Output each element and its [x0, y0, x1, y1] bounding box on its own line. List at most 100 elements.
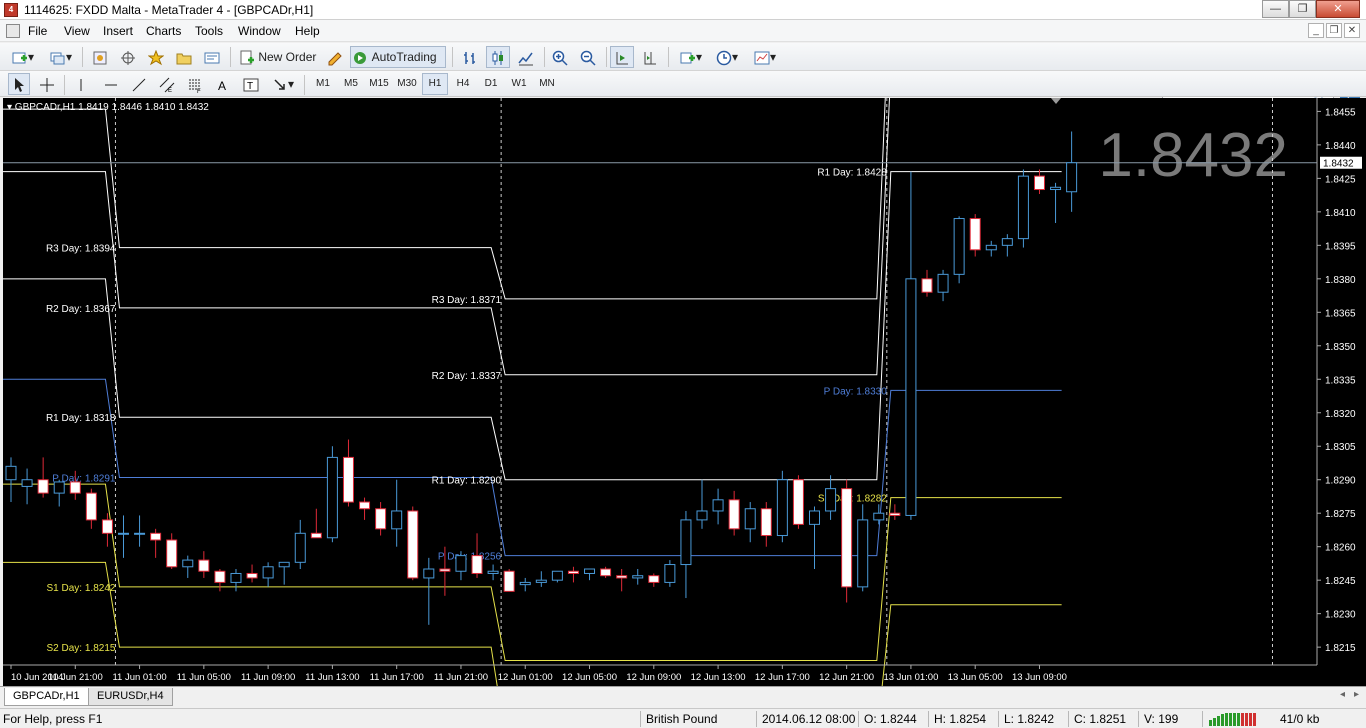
- candle-body[interactable]: [471, 555, 483, 574]
- zoom-in-button[interactable]: [548, 46, 572, 68]
- candle-body[interactable]: [1017, 175, 1029, 240]
- candle-body[interactable]: [535, 579, 547, 583]
- candle-body[interactable]: [407, 510, 419, 579]
- candle-body[interactable]: [21, 479, 33, 487]
- candle-body[interactable]: [182, 559, 194, 568]
- terminal-button[interactable]: [200, 46, 224, 68]
- timeframe-d1-button[interactable]: D1: [478, 73, 504, 95]
- autotrading-button[interactable]: AutoTrading: [350, 46, 446, 68]
- candle-body[interactable]: [873, 512, 885, 521]
- bar-chart-button[interactable]: [458, 46, 482, 68]
- candle-body[interactable]: [809, 510, 820, 525]
- text-button[interactable]: A: [212, 73, 234, 95]
- menu-file[interactable]: File: [28, 24, 47, 38]
- candle-body[interactable]: [567, 570, 579, 574]
- candle-body[interactable]: [616, 575, 628, 579]
- line-chart-button[interactable]: [514, 46, 538, 68]
- timeframe-h4-button[interactable]: H4: [450, 73, 476, 95]
- candle-body[interactable]: [584, 568, 596, 574]
- candle-body[interactable]: [680, 519, 692, 566]
- candle-body[interactable]: [503, 570, 515, 592]
- timeframe-w1-button[interactable]: W1: [506, 73, 532, 95]
- candle-body[interactable]: [841, 488, 853, 588]
- restore-button[interactable]: ❐: [1289, 0, 1316, 18]
- candle-body[interactable]: [278, 561, 290, 568]
- candle-body[interactable]: [326, 456, 338, 539]
- auto-scroll-button[interactable]: [610, 46, 634, 68]
- chart-shift-marker[interactable]: [1051, 98, 1061, 104]
- timeframe-h1-button[interactable]: H1: [422, 73, 448, 95]
- menu-view[interactable]: View: [64, 24, 90, 38]
- tab-gbpcadr-h1[interactable]: GBPCADr,H1: [4, 688, 89, 706]
- candle-body[interactable]: [439, 568, 451, 572]
- candle-body[interactable]: [342, 456, 354, 503]
- equidistant-channel-button[interactable]: E: [156, 73, 178, 95]
- arrows-button[interactable]: ▾: [268, 73, 298, 95]
- candle-body[interactable]: [712, 499, 724, 512]
- candle-body[interactable]: [744, 508, 756, 530]
- candlestick-chart[interactable]: 1.8432 R3 Day: 1.8394 R2 Day: 1.8367 R1 Day…: [3, 98, 1366, 686]
- candlestick-chart-button[interactable]: [486, 46, 510, 68]
- candle-body[interactable]: [728, 499, 740, 530]
- mdi-minimize-button[interactable]: _: [1308, 23, 1324, 38]
- candle-body[interactable]: [857, 519, 869, 588]
- candle-body[interactable]: [1033, 175, 1045, 191]
- candle-body[interactable]: [5, 465, 17, 481]
- new-order-button[interactable]: New Order: [236, 46, 322, 68]
- templates-button[interactable]: ▾: [748, 46, 782, 68]
- candle-body[interactable]: [101, 519, 113, 534]
- candle-body[interactable]: [262, 566, 274, 579]
- candle-body[interactable]: [294, 532, 306, 563]
- menu-help[interactable]: Help: [295, 24, 320, 38]
- profiles-button[interactable]: ▾: [44, 46, 78, 68]
- candle-body[interactable]: [1001, 238, 1013, 246]
- candle-body[interactable]: [230, 572, 242, 583]
- candle-body[interactable]: [375, 508, 387, 530]
- menu-window[interactable]: Window: [238, 24, 281, 38]
- candle-body[interactable]: [359, 501, 371, 510]
- candle-body[interactable]: [69, 481, 81, 494]
- minimize-button[interactable]: —: [1262, 0, 1289, 18]
- periods-button[interactable]: ▾: [710, 46, 744, 68]
- mdi-restore-button[interactable]: ❐: [1326, 23, 1342, 38]
- candle-body[interactable]: [985, 244, 997, 251]
- candle-body[interactable]: [53, 481, 65, 494]
- timeframe-mn-button[interactable]: MN: [534, 73, 560, 95]
- candle-body[interactable]: [198, 559, 210, 572]
- candle-body[interactable]: [696, 510, 708, 521]
- scroll-left-icon[interactable]: ◂: [1340, 689, 1345, 700]
- zoom-out-button[interactable]: [576, 46, 600, 68]
- candle-body[interactable]: [889, 512, 901, 516]
- timeframe-m15-button[interactable]: M15: [366, 73, 392, 95]
- new-chart-button[interactable]: ▾: [6, 46, 40, 68]
- candle-body[interactable]: [1050, 186, 1062, 191]
- close-button[interactable]: ✕: [1316, 0, 1360, 18]
- candle-body[interactable]: [117, 532, 129, 535]
- candle-body[interactable]: [937, 273, 949, 293]
- candle-body[interactable]: [37, 479, 49, 494]
- candle-body[interactable]: [1066, 162, 1078, 193]
- candle-body[interactable]: [648, 575, 660, 583]
- candle-body[interactable]: [776, 479, 788, 537]
- candle-body[interactable]: [166, 539, 178, 568]
- candle-body[interactable]: [423, 568, 435, 579]
- candle-body[interactable]: [792, 479, 804, 525]
- candle-body[interactable]: [214, 570, 226, 583]
- indicators-button[interactable]: ▾: [674, 46, 708, 68]
- timeframe-m1-button[interactable]: M1: [310, 73, 336, 95]
- candle-body[interactable]: [600, 568, 612, 577]
- candle-body[interactable]: [551, 570, 563, 581]
- candle-body[interactable]: [921, 278, 933, 293]
- candle-body[interactable]: [825, 488, 837, 512]
- candle-body[interactable]: [391, 510, 403, 530]
- metaeditor-button[interactable]: [324, 46, 346, 68]
- timeframe-m5-button[interactable]: M5: [338, 73, 364, 95]
- market-watch-button[interactable]: [88, 46, 112, 68]
- fibonacci-button[interactable]: F: [184, 73, 206, 95]
- candle-body[interactable]: [455, 555, 467, 572]
- cursor-button[interactable]: [8, 73, 30, 95]
- candle-body[interactable]: [664, 564, 676, 583]
- candle-body[interactable]: [246, 572, 258, 579]
- vertical-line-button[interactable]: [70, 73, 92, 95]
- scroll-right-icon[interactable]: ▸: [1354, 689, 1359, 700]
